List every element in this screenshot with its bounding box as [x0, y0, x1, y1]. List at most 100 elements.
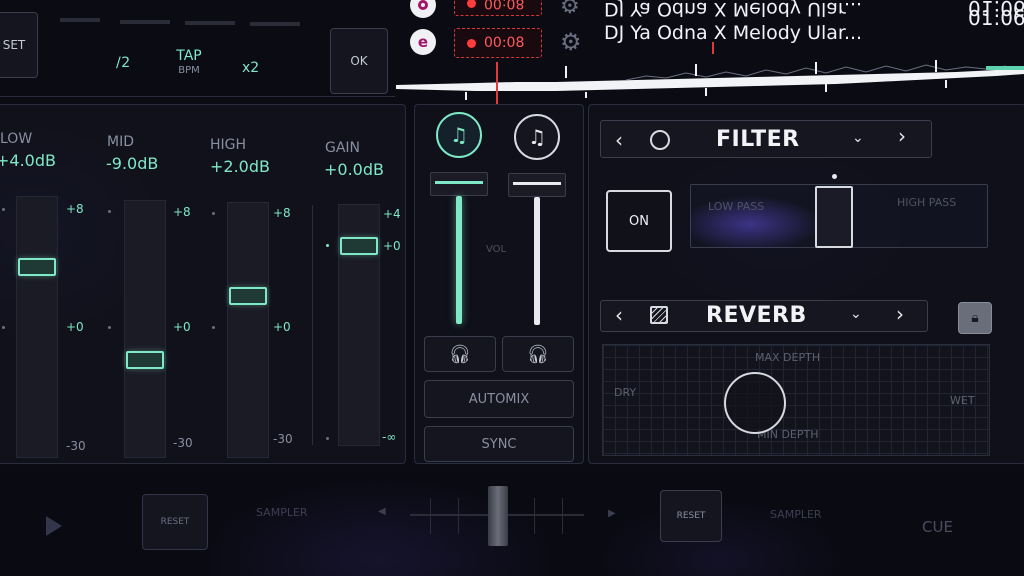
deck-b-icon[interactable]: e — [410, 29, 436, 55]
eq-low-tick-minus30: -30 — [66, 439, 86, 453]
low-pass-label: LOW PASS — [708, 200, 765, 213]
half-tempo-button[interactable]: /2 — [116, 55, 131, 71]
filter-slider-glow — [690, 184, 890, 248]
reverb-next-chevron-icon[interactable]: › — [896, 302, 904, 326]
eq-low-tick-zero: +0 — [66, 320, 84, 334]
filter-title: FILTER — [716, 127, 800, 152]
gain-tick-plus4: +4 — [383, 207, 401, 221]
pitch-segments — [60, 18, 380, 26]
gain-tick-minus-inf: -∞ — [382, 430, 397, 444]
eq-low-fader-track[interactable] — [16, 196, 58, 458]
deck-a-icon[interactable] — [410, 0, 436, 18]
eq-mid-tick-zero: +0 — [173, 320, 191, 334]
automix-button[interactable]: AUTOMIX — [424, 380, 574, 418]
tap-bpm-button[interactable]: TAP BPM — [172, 48, 206, 76]
filter-center-dot — [832, 174, 837, 179]
waveform-marker — [712, 42, 714, 54]
set-label: SET — [2, 38, 26, 52]
play-icon[interactable] — [46, 516, 62, 536]
timer-value: 00:08 — [484, 35, 525, 51]
recording-timer-top[interactable]: 00:08 — [454, 0, 542, 16]
sync-button[interactable]: SYNC — [424, 426, 574, 462]
reverb-dropdown-chevron-icon[interactable]: ⌄ — [850, 306, 862, 322]
ok-button[interactable]: OK — [330, 28, 388, 94]
headphone-cue-b-button[interactable]: 🎧︎ — [502, 336, 574, 372]
filter-effect-icon — [650, 130, 670, 150]
filter-on-label: ON — [629, 213, 649, 229]
timer-top-value: 00:08 — [484, 0, 525, 11]
high-pass-label: HIGH PASS — [897, 196, 957, 209]
bpm-label: BPM — [178, 65, 200, 76]
settings-gear-icon-top[interactable]: ⚙ — [560, 0, 580, 19]
eq-high-fader-track[interactable] — [227, 202, 269, 458]
deck-a-music-icon[interactable]: ♫ — [436, 112, 482, 158]
eq-low-label: LOW — [0, 131, 33, 147]
volume-fader-a-cap[interactable] — [430, 172, 488, 196]
reset-button-left[interactable]: RESET — [142, 494, 208, 550]
settings-gear-icon[interactable]: ⚙ — [560, 28, 582, 56]
crossfader-left-arrow-icon: ◀ — [378, 506, 386, 517]
filter-prev-chevron-icon[interactable]: ‹ — [615, 128, 623, 152]
filter-next-chevron-icon[interactable]: › — [898, 124, 906, 148]
eq-high-fader-handle[interactable] — [229, 287, 267, 305]
ok-label: OK — [350, 54, 368, 68]
eq-mid-tick-plus8: +8 — [173, 205, 191, 219]
filter-on-button[interactable]: ON — [606, 190, 672, 252]
eq-mid-tick-minus30: -30 — [173, 436, 193, 450]
waveform[interactable] — [396, 58, 1024, 102]
cue-button[interactable]: CUE — [922, 518, 953, 536]
volume-fader-b-fill[interactable] — [534, 197, 540, 325]
top-panel-edge — [0, 96, 395, 97]
gain-tick-zero: +0 — [383, 239, 401, 253]
lock-icon: 🔒︎ — [971, 310, 979, 326]
deck-b-music-icon[interactable]: ♫ — [514, 114, 560, 160]
gain-label: GAIN — [325, 140, 361, 156]
eq-mid-fader-handle[interactable] — [126, 351, 164, 369]
reset-button-right[interactable]: RESET — [660, 490, 722, 542]
gain-value: +0.0dB — [324, 160, 384, 179]
eq-mid-value: -9.0dB — [106, 154, 159, 173]
volume-fader-b-cap[interactable] — [508, 173, 566, 197]
sampler-left-label[interactable]: SAMPLER — [256, 506, 308, 519]
top-bar: SET /2 TAP BPM x2 OK e 00:08 00:08 ⚙ ⚙ D… — [0, 0, 1024, 104]
eq-high-value: +2.0dB — [210, 157, 270, 176]
eq-high-tick-minus30: -30 — [273, 432, 293, 446]
track-title-mirror: DJ Ya Odna X Melody Ular... — [604, 0, 863, 20]
gain-divider — [312, 205, 313, 445]
eq-high-label: HIGH — [210, 137, 247, 153]
eq-low-tick-plus8: +8 — [66, 202, 84, 216]
eq-mid-fader-track[interactable] — [124, 200, 166, 458]
automix-label: AUTOMIX — [468, 391, 530, 407]
reverb-prev-chevron-icon[interactable]: ‹ — [615, 303, 623, 327]
eq-mid-label: MID — [107, 134, 134, 150]
crossfader-handle[interactable] — [488, 486, 508, 546]
headphone-a-icon: 🎧︎ — [448, 343, 472, 365]
vol-label: VOL — [486, 244, 507, 255]
max-depth-label: MAX DEPTH — [755, 351, 821, 364]
sync-label: SYNC — [481, 436, 517, 452]
reset-right-label: RESET — [676, 511, 706, 521]
eq-low-fader-handle[interactable] — [18, 258, 56, 276]
eq-high-tick-plus8: +8 — [273, 206, 291, 220]
reset-left-label: RESET — [160, 517, 190, 527]
lock-button[interactable]: 🔒︎ — [958, 302, 992, 334]
sampler-right-label[interactable]: SAMPLER — [770, 508, 822, 521]
volume-fader-a-fill[interactable] — [456, 196, 462, 324]
gain-fader-handle[interactable] — [340, 237, 378, 255]
time-elapsed: 01:06 — [968, 6, 1024, 30]
eq-high-tick-zero: +0 — [273, 320, 291, 334]
dry-label: DRY — [614, 386, 637, 399]
filter-dropdown-chevron-icon[interactable]: ⌄ — [852, 130, 864, 146]
headphone-b-icon: 🎧︎ — [526, 343, 550, 365]
set-button[interactable]: SET — [0, 12, 38, 78]
headphone-cue-a-button[interactable]: 🎧︎ — [424, 336, 496, 372]
double-tempo-button[interactable]: x2 — [242, 60, 259, 76]
playhead-marker — [496, 62, 498, 104]
reverb-xy-handle[interactable] — [724, 372, 786, 434]
crossfader-right-arrow-icon: ▶ — [608, 508, 616, 519]
recording-timer[interactable]: 00:08 — [454, 28, 542, 58]
track-title: DJ Ya Odna X Melody Ular... — [604, 22, 863, 44]
eq-low-value: +4.0dB — [0, 151, 56, 170]
filter-slider-handle[interactable] — [815, 186, 853, 248]
reverb-title: REVERB — [706, 303, 807, 328]
